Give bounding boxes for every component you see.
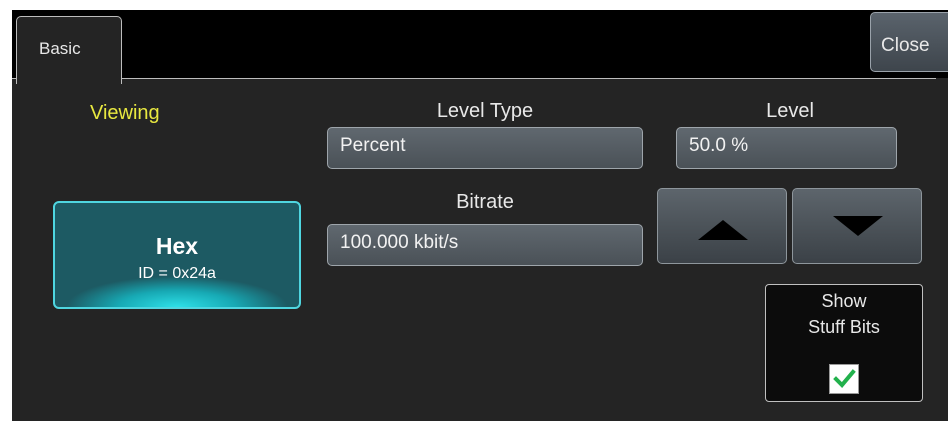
level-type-value: Percent — [340, 135, 406, 156]
decrement-button[interactable] — [792, 188, 922, 264]
viewing-mode-title: Hex — [155, 233, 199, 259]
increment-button[interactable] — [657, 188, 787, 264]
close-button-label: Close — [881, 35, 930, 56]
show-stuff-bits-toggle[interactable]: Show Stuff Bits — [765, 284, 923, 402]
stuff-bits-label-line2: Stuff Bits — [808, 317, 880, 337]
bitrate-label: Bitrate — [456, 191, 514, 213]
right-strip — [936, 78, 948, 420]
bitrate-input[interactable]: 100.000 kbit/s — [327, 224, 643, 266]
triangle-down-icon — [833, 216, 883, 236]
viewing-label: Viewing — [90, 102, 160, 124]
level-input[interactable]: 50.0 % — [676, 127, 897, 169]
stuff-bits-checkbox[interactable] — [829, 364, 859, 394]
level-label: Level — [766, 100, 814, 122]
tab-connector — [17, 78, 121, 81]
tab-basic[interactable]: Basic — [16, 16, 122, 84]
triangle-up-icon — [698, 220, 748, 240]
level-type-label: Level Type — [436, 100, 534, 122]
level-value: 50.0 % — [689, 135, 749, 156]
close-button[interactable]: Close — [870, 12, 948, 72]
screen: Basic Close Viewing Hex ID = 0x24a Level… — [0, 0, 948, 421]
stuff-bits-label-line1: Show — [821, 291, 867, 311]
bitrate-value: 100.000 kbit/s — [340, 232, 459, 253]
viewing-id-value: ID = 0x24a — [138, 265, 216, 282]
level-type-select[interactable]: Percent — [327, 127, 643, 169]
checkmark-icon — [833, 369, 856, 388]
viewing-hex-button[interactable]: Hex ID = 0x24a — [53, 201, 301, 309]
tab-basic-label: Basic — [39, 39, 81, 58]
